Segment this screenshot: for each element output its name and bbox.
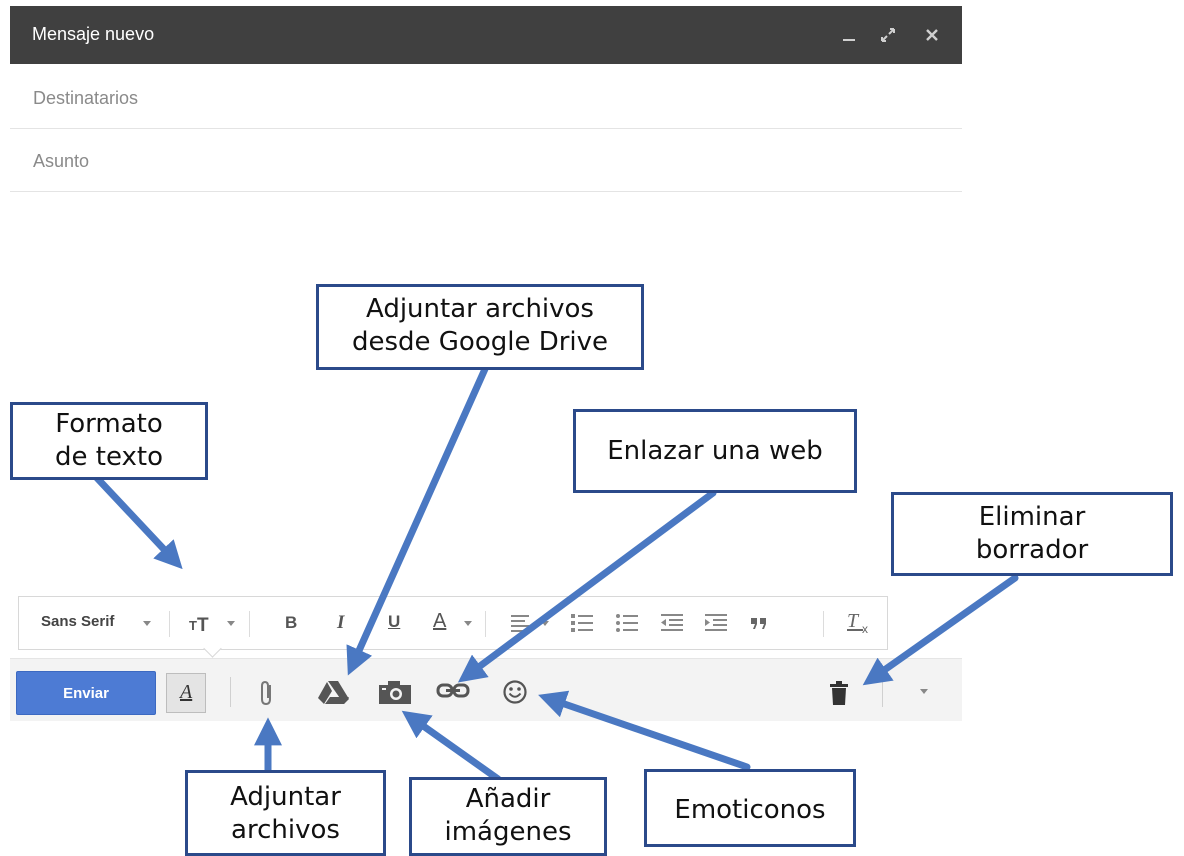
subject-input[interactable] <box>31 145 935 177</box>
action-divider <box>230 677 231 707</box>
numbered-list-icon[interactable] <box>569 609 597 639</box>
italic-button[interactable]: I <box>337 612 344 642</box>
align-icon[interactable] <box>509 609 537 639</box>
font-family-select[interactable]: Sans Serif <box>41 613 114 630</box>
toolbar-divider <box>485 611 486 637</box>
toolbar-divider <box>249 611 250 637</box>
toolbar-divider <box>823 611 824 637</box>
underline-button[interactable]: U <box>388 612 400 642</box>
toolbar-divider <box>169 611 170 637</box>
callout-line: Adjuntar <box>230 782 341 812</box>
text-color-button[interactable]: A <box>433 610 446 640</box>
svg-text:x: x <box>862 622 868 636</box>
formatting-toolbar: Sans Serif TT B I U A Tx <box>18 596 888 658</box>
color-dropdown-icon <box>464 621 472 626</box>
subject-field <box>10 129 962 192</box>
svg-text:T: T <box>197 615 209 635</box>
compose-title-bar: Mensaje nuevo <box>10 6 962 64</box>
expand-icon[interactable] <box>873 6 903 64</box>
compose-title: Mensaje nuevo <box>32 24 155 44</box>
callout-delete-draft: Eliminar borrador <box>891 492 1173 576</box>
callout-google-drive: Adjuntar archivos desde Google Drive <box>316 284 644 370</box>
indent-more-icon[interactable] <box>703 609 731 639</box>
callout-format: Formato de texto <box>10 402 208 480</box>
remove-formatting-icon[interactable]: Tx <box>845 609 877 639</box>
bulleted-list-icon[interactable] <box>614 609 642 639</box>
formatting-options-label: A <box>180 681 193 703</box>
callout-line: de texto <box>55 442 163 472</box>
callout-line: Formato <box>55 409 163 439</box>
svg-text:T: T <box>189 618 197 633</box>
callout-line: Emoticonos <box>674 795 826 825</box>
callout-line: Eliminar <box>978 502 1086 532</box>
callout-attach: Adjuntar archivos <box>185 770 386 856</box>
toolbar-pointer <box>203 639 222 658</box>
action-divider <box>882 677 883 707</box>
link-icon[interactable] <box>436 681 470 706</box>
svg-text:T: T <box>847 610 860 632</box>
callout-line: Enlazar una web <box>607 436 823 466</box>
callout-line: Adjuntar archivos <box>366 294 594 324</box>
align-dropdown-icon <box>541 621 549 626</box>
callout-line: archivos <box>231 815 340 845</box>
text-size-icon[interactable]: TT <box>187 611 223 641</box>
trash-icon[interactable] <box>828 678 852 713</box>
emoji-icon[interactable] <box>501 678 529 711</box>
indent-less-icon[interactable] <box>659 609 687 639</box>
formatting-options-button[interactable]: A <box>166 673 206 713</box>
paperclip-icon[interactable] <box>258 679 276 712</box>
arrow-format <box>93 474 183 570</box>
bold-button[interactable]: B <box>285 613 297 643</box>
google-drive-icon[interactable] <box>316 679 352 710</box>
camera-icon[interactable] <box>377 678 413 711</box>
callout-line: imágenes <box>444 817 572 847</box>
callout-line: borrador <box>975 535 1089 565</box>
quote-icon[interactable] <box>747 609 775 639</box>
callout-line: desde Google Drive <box>351 327 609 357</box>
close-icon[interactable] <box>917 6 947 64</box>
size-dropdown-icon <box>227 621 235 626</box>
callout-line: Añadir <box>465 784 551 814</box>
send-button[interactable]: Enviar <box>16 671 156 715</box>
more-options-icon[interactable] <box>920 689 928 694</box>
recipients-input[interactable] <box>31 82 935 114</box>
callout-link: Enlazar una web <box>573 409 857 493</box>
callout-emoji: Emoticonos <box>644 769 856 847</box>
callout-images: Añadir imágenes <box>409 777 607 856</box>
recipients-field <box>10 66 962 129</box>
font-dropdown-icon <box>143 621 151 626</box>
arrow-images <box>401 710 502 783</box>
minimize-icon[interactable] <box>835 6 865 64</box>
compose-action-bar: Enviar A <box>10 658 962 721</box>
